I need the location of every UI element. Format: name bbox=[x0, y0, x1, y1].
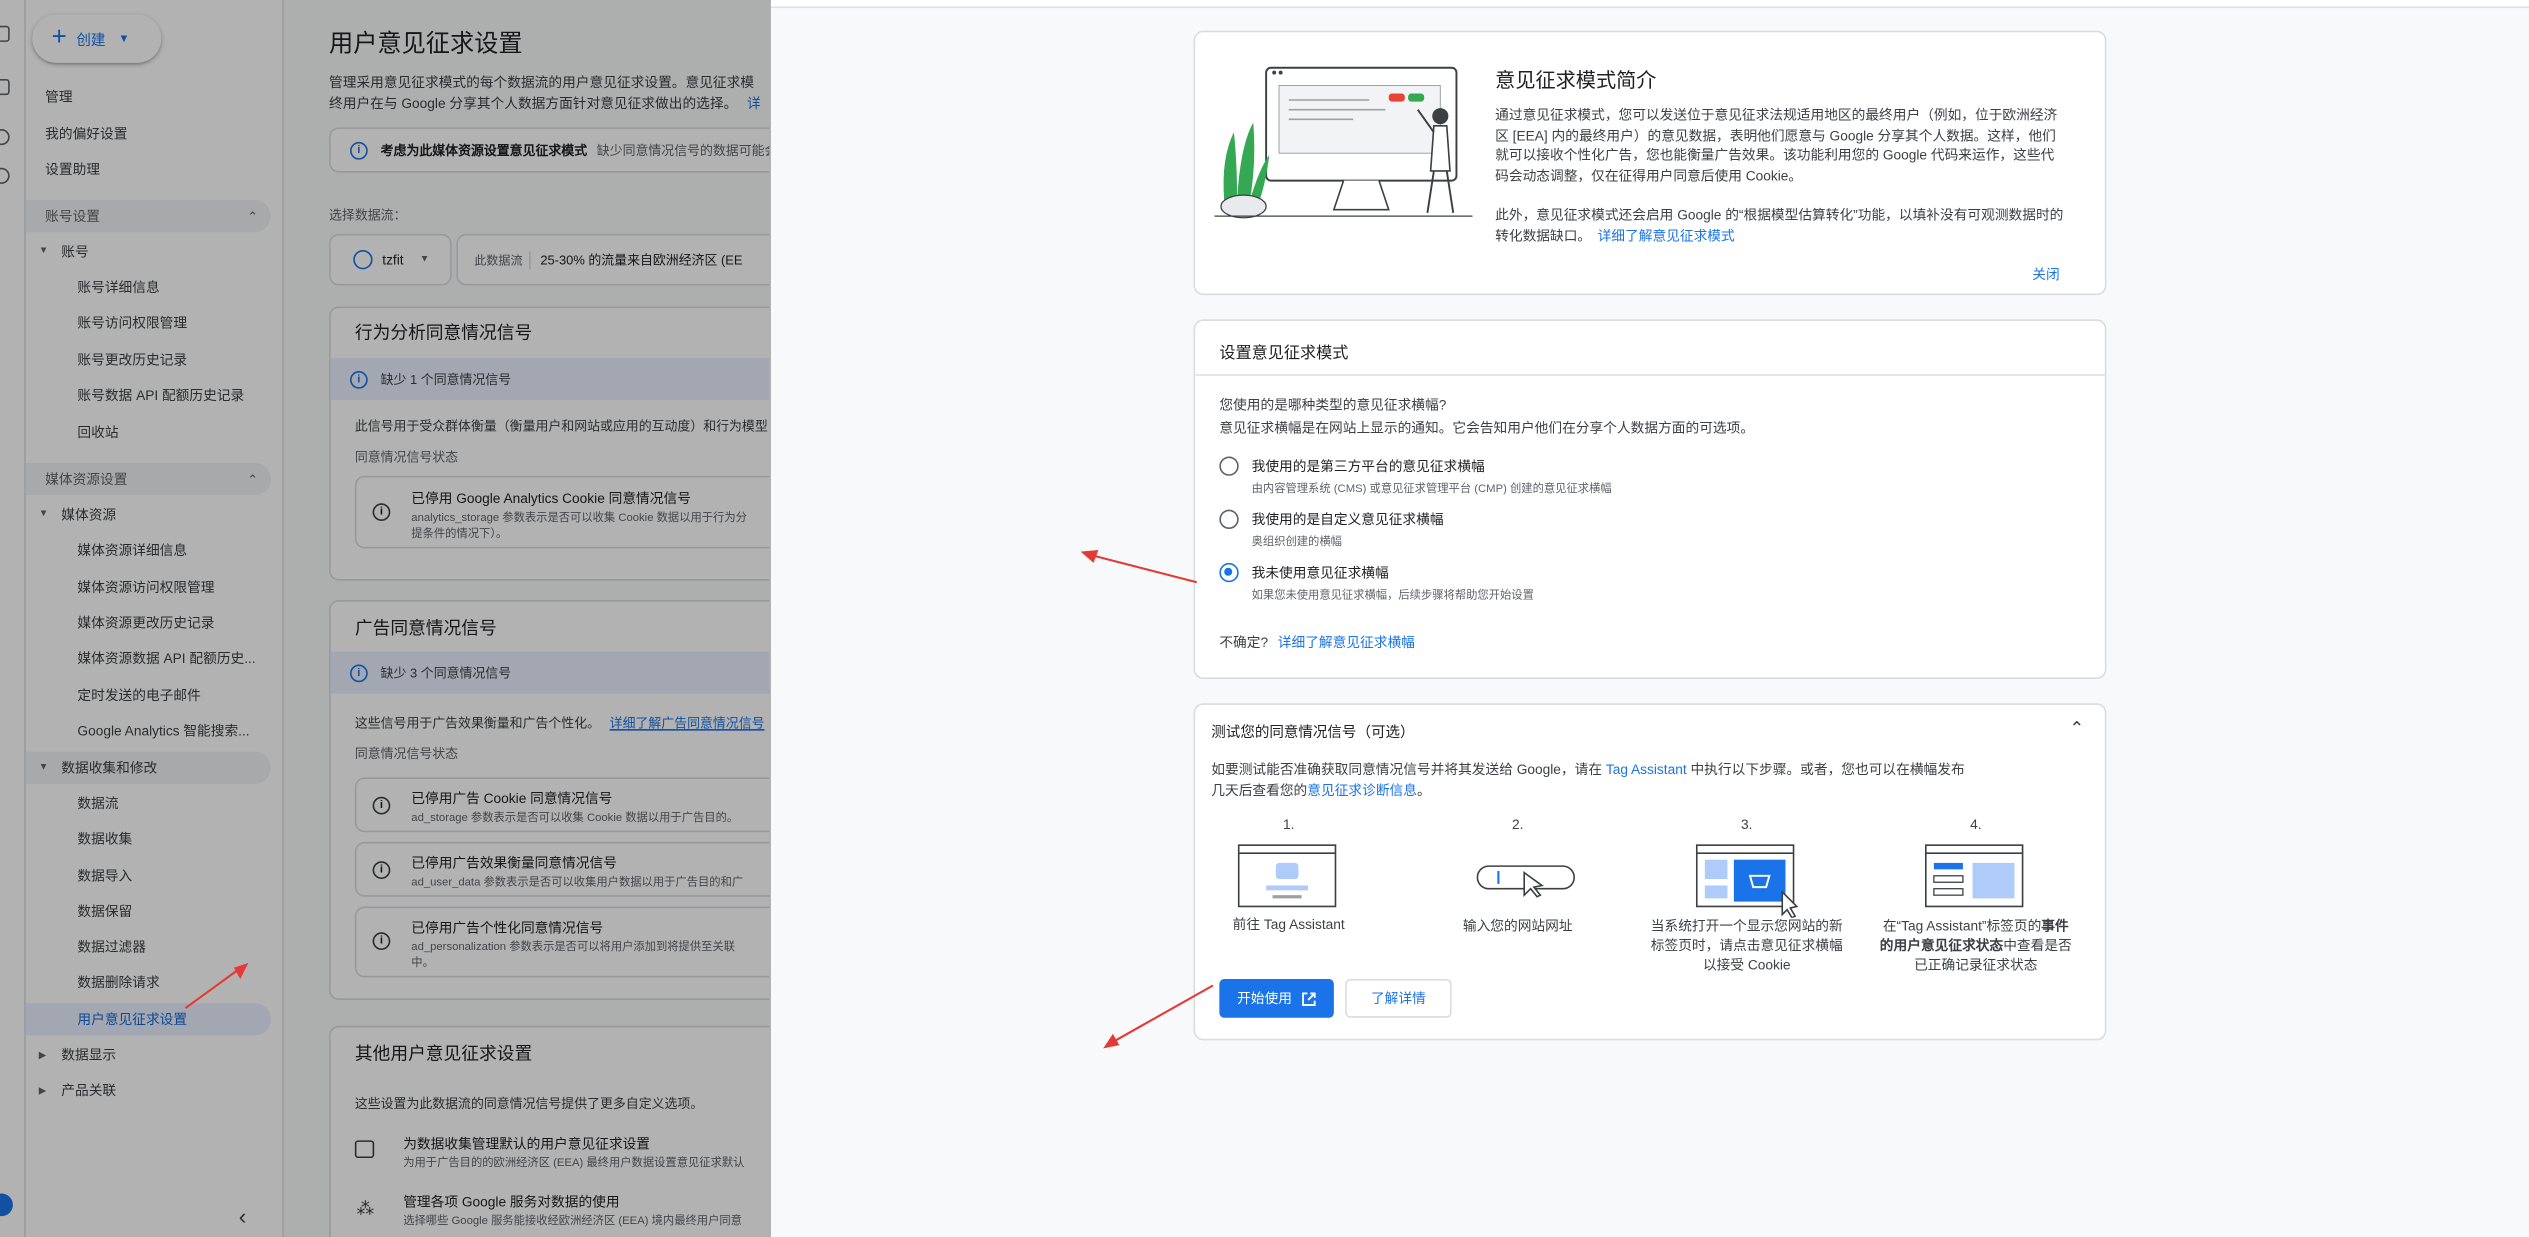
radio-custom[interactable] bbox=[1219, 509, 1239, 530]
check-status-step-icon bbox=[1924, 844, 2024, 908]
learn-more-button[interactable]: 了解详情 bbox=[1345, 979, 1452, 1018]
step-3-text: 当系统打开一个显示您网站的新 标签页时，请点击意见征求横幅 以接受 Cookie bbox=[1650, 917, 1843, 973]
option-custom-sub: 奥组织创建的横幅 bbox=[1251, 537, 1342, 549]
test-title: 测试您的同意情况信号（可选） bbox=[1211, 724, 1415, 741]
intro-illustration bbox=[1214, 66, 1473, 219]
test-signals-card: 测试您的同意情况信号（可选） ⌃ 如要测试能否准确获取同意情况信号并将其发送给 … bbox=[1193, 703, 2107, 1041]
test-desc-2: 几天后查看您的意见征求诊断信息。 bbox=[1211, 782, 1431, 799]
consent-mode-panel: 意见征求模式简介 通过意见征求模式，您可以发送位于意见征求法规适用地区的最终用户… bbox=[770, 0, 2529, 1237]
modal-scrim[interactable] bbox=[0, 0, 771, 1237]
test-desc-1: 如要测试能否准确获取同意情况信号并将其发送给 Google，请在 Tag Ass… bbox=[1211, 761, 1965, 778]
setup-consent-card: 设置意见征求模式 您使用的是哪种类型的意见征求横幅? 意见征求横幅是在网站上显示… bbox=[1193, 319, 2107, 680]
step-4-number: 4. bbox=[1970, 816, 1982, 833]
setup-title: 设置意见征求模式 bbox=[1219, 345, 1349, 363]
diagnostics-link[interactable]: 意见征求诊断信息 bbox=[1307, 782, 1417, 798]
chevron-up-icon[interactable]: ⌃ bbox=[2069, 718, 2084, 738]
option-no-banner-sub: 如果您未使用意见征求横幅，后续步骤将帮助您开始设置 bbox=[1251, 590, 1534, 602]
option-no-banner-label[interactable]: 我未使用意见征求横幅 bbox=[1252, 563, 1389, 582]
radio-no-banner[interactable] bbox=[1219, 562, 1239, 583]
option-custom-label[interactable]: 我使用的是自定义意见征求横幅 bbox=[1252, 510, 1444, 529]
banner-type-explain: 意见征求横幅是在网站上显示的通知。它会告知用户他们在分享个人数据方面的可选项。 bbox=[1219, 419, 1755, 436]
enter-url-step-icon bbox=[1476, 865, 1575, 898]
open-external-icon bbox=[1302, 991, 1316, 1006]
step-4-text: 在“Tag Assistant”标签页的事件 的用户意见征求状态中查看是否 已正… bbox=[1879, 917, 2072, 973]
learn-consent-mode-link[interactable]: 详细了解意见征求模式 bbox=[1598, 227, 1735, 243]
step-1-number: 1. bbox=[1282, 816, 1295, 833]
intro-paragraph-2: 此外，意见征求模式还会启用 Google 的“根据模型估算转化”功能，以填补没有… bbox=[1495, 206, 2064, 243]
accept-cookie-step-icon bbox=[1695, 844, 1799, 918]
step-2-text: 输入您的网站网址 bbox=[1462, 917, 1573, 934]
tag-assistant-step-icon bbox=[1237, 844, 1337, 908]
step-1-text: 前往 Tag Assistant bbox=[1232, 916, 1345, 933]
step-2-number: 2. bbox=[1512, 816, 1524, 833]
panel-header bbox=[770, 0, 2529, 9]
tag-assistant-link[interactable]: Tag Assistant bbox=[1606, 761, 1687, 777]
option-third-party-sub: 由内容管理系统 (CMS) 或意见征求管理平台 (CMP) 创建的意见征求横幅 bbox=[1251, 483, 1612, 496]
intro-title: 意见征求模式简介 bbox=[1495, 69, 1657, 92]
divider bbox=[1195, 374, 2105, 376]
step-3-number: 3. bbox=[1741, 816, 1753, 833]
start-button[interactable]: 开始使用 bbox=[1219, 979, 1334, 1018]
start-button-label: 开始使用 bbox=[1237, 990, 1292, 1007]
option-third-party-label[interactable]: 我使用的是第三方平台的意见征求横幅 bbox=[1252, 456, 1485, 475]
learn-banner-link[interactable]: 详细了解意见征求横幅 bbox=[1278, 634, 1415, 650]
banner-type-question: 您使用的是哪种类型的意见征求横幅? bbox=[1219, 396, 1447, 413]
unsure-row: 不确定? 详细了解意见征求横幅 bbox=[1219, 633, 1415, 650]
consent-intro-card: 意见征求模式简介 通过意见征求模式，您可以发送位于意见征求法规适用地区的最终用户… bbox=[1193, 30, 2107, 296]
close-intro-button[interactable]: 关闭 bbox=[2032, 265, 2059, 284]
intro-paragraph-1: 通过意见征求模式，您可以发送位于意见征求法规适用地区的最终用户（例如，位于欧洲经… bbox=[1495, 106, 2058, 184]
radio-third-party[interactable] bbox=[1219, 456, 1239, 476]
